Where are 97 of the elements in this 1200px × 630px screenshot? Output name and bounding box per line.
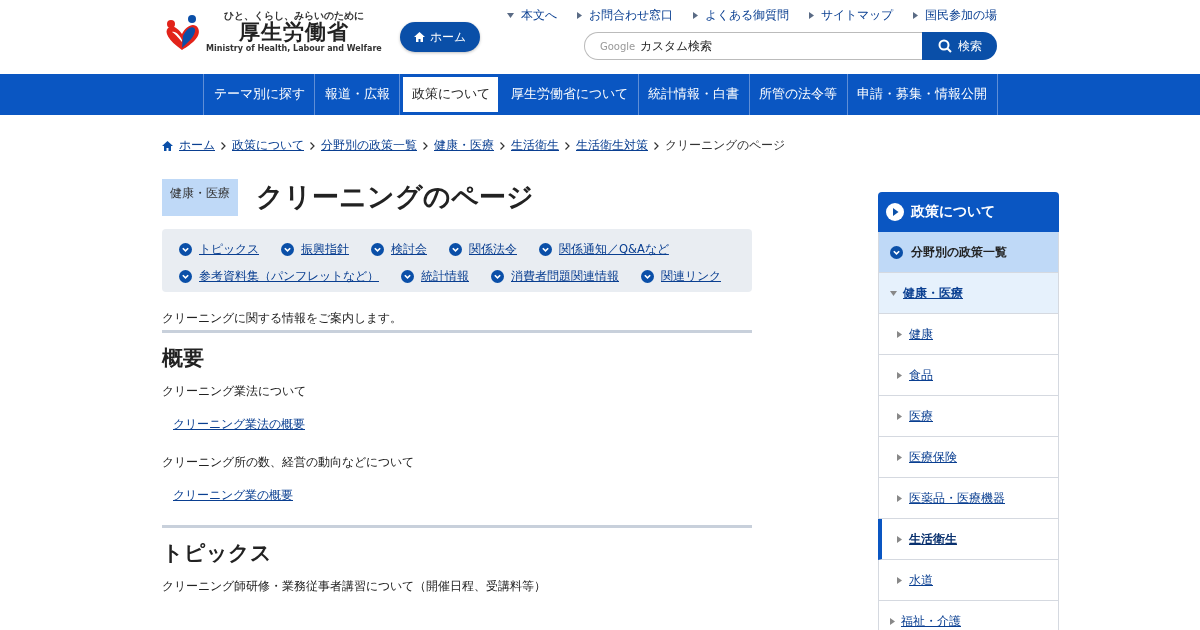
chevron-right-icon — [565, 141, 570, 150]
category-label: 健康・医療 — [162, 179, 238, 216]
sidebar-category-item[interactable]: 福祉・介護 — [878, 601, 1059, 630]
utility-link[interactable]: お問合わせ窓口 — [577, 8, 673, 23]
nav-tab[interactable]: 所管の法令等 — [749, 74, 848, 115]
chevron-down-circle-icon — [179, 270, 192, 283]
home-icon — [413, 32, 425, 42]
anchor-link[interactable]: 消費者問題関連情報 — [511, 269, 619, 284]
chevron-right-icon — [500, 141, 505, 150]
breadcrumb-current: クリーニングのページ — [665, 137, 785, 154]
home-icon — [162, 140, 173, 151]
utility-link[interactable]: よくある御質問 — [693, 8, 789, 23]
content-link[interactable]: クリーニング業の概要 — [173, 488, 293, 502]
logo-name: 厚生労働省 — [238, 21, 349, 44]
chevron-down-circle-icon — [179, 243, 192, 256]
caret-right-icon — [897, 371, 902, 379]
nav-tab[interactable]: テーマ別に探す — [204, 74, 316, 115]
sidebar-section-label: 分野別の政策一覧 — [911, 244, 1007, 260]
anchor-link[interactable]: 関係法令 — [469, 242, 517, 257]
nav-tab[interactable]: 統計情報・白書 — [638, 74, 750, 115]
utility-link[interactable]: 国民参加の場 — [913, 8, 997, 23]
chevron-down-circle-icon — [449, 243, 462, 256]
anchor-link[interactable]: トピックス — [199, 242, 259, 257]
body-text: クリーニング所の数、経営の動向などについて — [162, 454, 415, 471]
sidebar-category-item[interactable]: 健康・医療 — [878, 273, 1059, 314]
sidebar-section-item[interactable]: 分野別の政策一覧 — [878, 232, 1059, 273]
caret-right-icon — [913, 12, 918, 19]
chevron-down-circle-icon — [890, 245, 903, 259]
sidebar-link[interactable]: 健康・医療 — [903, 285, 963, 301]
anchor-link[interactable]: 参考資料集（パンフレットなど） — [199, 269, 379, 284]
breadcrumb-link[interactable]: 生活衛生 — [511, 137, 559, 154]
caret-right-icon — [897, 494, 902, 502]
body-text: クリーニング業法について — [162, 383, 307, 400]
caret-right-icon — [897, 453, 902, 461]
sidebar-subitem[interactable]: 水道 — [878, 560, 1059, 601]
sidebar-link[interactable]: 福祉・介護 — [901, 613, 961, 629]
sidebar-subitem[interactable]: 生活衛生 — [878, 519, 1059, 560]
anchor-link[interactable]: 検討会 — [391, 242, 427, 257]
chevron-right-icon — [221, 141, 226, 150]
caret-right-icon — [897, 330, 902, 338]
caret-right-icon — [897, 535, 902, 543]
nav-tab[interactable]: 申請・募集・情報公開 — [847, 74, 998, 115]
caret-right-icon — [890, 617, 895, 625]
sidebar-link[interactable]: 生活衛生 — [909, 531, 957, 547]
sidebar-subitem[interactable]: 食品 — [878, 355, 1059, 396]
breadcrumb-link[interactable]: 政策について — [232, 137, 304, 154]
caret-right-icon — [577, 12, 582, 19]
sidebar-subitem[interactable]: 健康 — [878, 314, 1059, 355]
chevron-down-circle-icon — [539, 243, 552, 256]
sidebar-link[interactable]: 水道 — [909, 572, 933, 588]
body-text: クリーニング師研修・業務従事者講習について（開催日程、受講料等） — [162, 578, 547, 595]
chevron-down-circle-icon — [281, 243, 294, 256]
intro-text: クリーニングに関する情報をご案内します。 — [162, 310, 752, 333]
search-button[interactable]: 検索 — [922, 32, 997, 60]
caret-right-icon — [693, 12, 698, 19]
search-brand-label: Google — [600, 40, 636, 52]
breadcrumb-link[interactable]: 生活衛生対策 — [576, 137, 648, 154]
chevron-right-icon — [423, 141, 428, 150]
chevron-down-circle-icon — [371, 243, 384, 256]
chevron-right-icon — [654, 141, 659, 150]
sidebar-subitem[interactable]: 医療 — [878, 396, 1059, 437]
chevron-down-circle-icon — [641, 270, 654, 283]
sidebar-title: 政策について — [878, 192, 1059, 232]
content-link[interactable]: クリーニング業法の概要 — [173, 417, 305, 431]
sidebar-link[interactable]: 健康 — [909, 326, 933, 342]
anchor-link[interactable]: 関連リンク — [661, 269, 721, 284]
chevron-right-icon — [310, 141, 315, 150]
nav-tab[interactable]: 厚生労働省について — [501, 74, 639, 115]
caret-down-icon — [507, 13, 514, 18]
chevron-down-circle-icon — [401, 270, 414, 283]
chevron-down-circle-icon — [491, 270, 504, 283]
breadcrumb-link[interactable]: 健康・医療 — [434, 137, 494, 154]
logo-english-name: Ministry of Health, Labour and Welfare — [206, 44, 382, 53]
breadcrumb-link[interactable]: ホーム — [179, 137, 215, 154]
anchor-link[interactable]: 振興指針 — [301, 242, 349, 257]
utility-link[interactable]: サイトマップ — [809, 8, 893, 23]
home-button[interactable]: ホーム — [399, 22, 480, 52]
logo-tagline: ひと、くらし、みらいのために — [223, 10, 364, 21]
sidebar-subitem[interactable]: 医療保険 — [878, 437, 1059, 478]
section-heading: 概要 — [162, 345, 205, 371]
caret-right-icon — [897, 412, 902, 420]
caret-right-icon — [809, 12, 814, 19]
section-heading: トピックス — [162, 540, 273, 566]
sidebar-link[interactable]: 医療 — [909, 408, 933, 424]
sidebar-link[interactable]: 食品 — [909, 367, 933, 383]
caret-down-icon — [890, 290, 897, 296]
play-circle-icon — [886, 203, 904, 221]
sidebar-subitem[interactable]: 医薬品・医療機器 — [878, 478, 1059, 519]
sidebar-link[interactable]: 医薬品・医療機器 — [909, 490, 1005, 506]
caret-right-icon — [897, 576, 902, 584]
sidebar-link[interactable]: 医療保険 — [909, 449, 957, 465]
anchor-link[interactable]: 統計情報 — [421, 269, 469, 284]
utility-link[interactable]: 本文へ — [507, 8, 557, 23]
search-icon — [937, 39, 952, 53]
anchor-link[interactable]: 関係通知／Q&Aなど — [559, 242, 669, 257]
breadcrumb-link[interactable]: 分野別の政策一覧 — [321, 137, 417, 154]
page-title: クリーニングのページ — [256, 180, 534, 213]
